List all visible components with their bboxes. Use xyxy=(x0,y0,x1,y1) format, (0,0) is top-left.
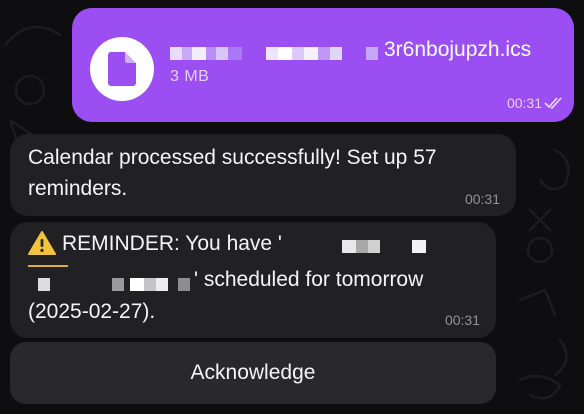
double-check-icon xyxy=(544,97,562,109)
redacted-filename-mosaic xyxy=(170,47,378,60)
redacted-event-mosaic xyxy=(342,240,426,253)
message-time: 00:31 xyxy=(444,312,480,328)
message-text: Calendar processed successfully! Set up … xyxy=(28,146,437,200)
message-time: 00:31 xyxy=(464,191,500,207)
file-icon xyxy=(108,52,136,86)
warning-icon xyxy=(28,231,56,255)
incoming-message[interactable]: Calendar processed successfully! Set up … xyxy=(10,134,516,216)
file-size: 3 MB xyxy=(170,68,210,85)
reminder-line-3: (2025-02-27). xyxy=(28,300,156,323)
file-download-button[interactable] xyxy=(90,37,154,101)
redacted-event-mosaic xyxy=(38,278,190,291)
file-name-tail: 3r6nbojupzh.ics xyxy=(384,38,532,61)
outgoing-file-message[interactable]: 3r6nbojupzh.ics 3 MB 00:31 xyxy=(72,8,574,122)
warning-underline xyxy=(28,265,68,267)
incoming-reminder-message[interactable]: REMINDER: You have ' ' scheduled for tom… xyxy=(10,222,496,338)
acknowledge-button[interactable]: Acknowledge xyxy=(10,342,496,404)
message-time: 00:31 xyxy=(506,95,542,111)
reminder-line-1: REMINDER: You have ' xyxy=(62,232,282,255)
reminder-line-2: ' scheduled for tomorrow xyxy=(194,268,424,291)
